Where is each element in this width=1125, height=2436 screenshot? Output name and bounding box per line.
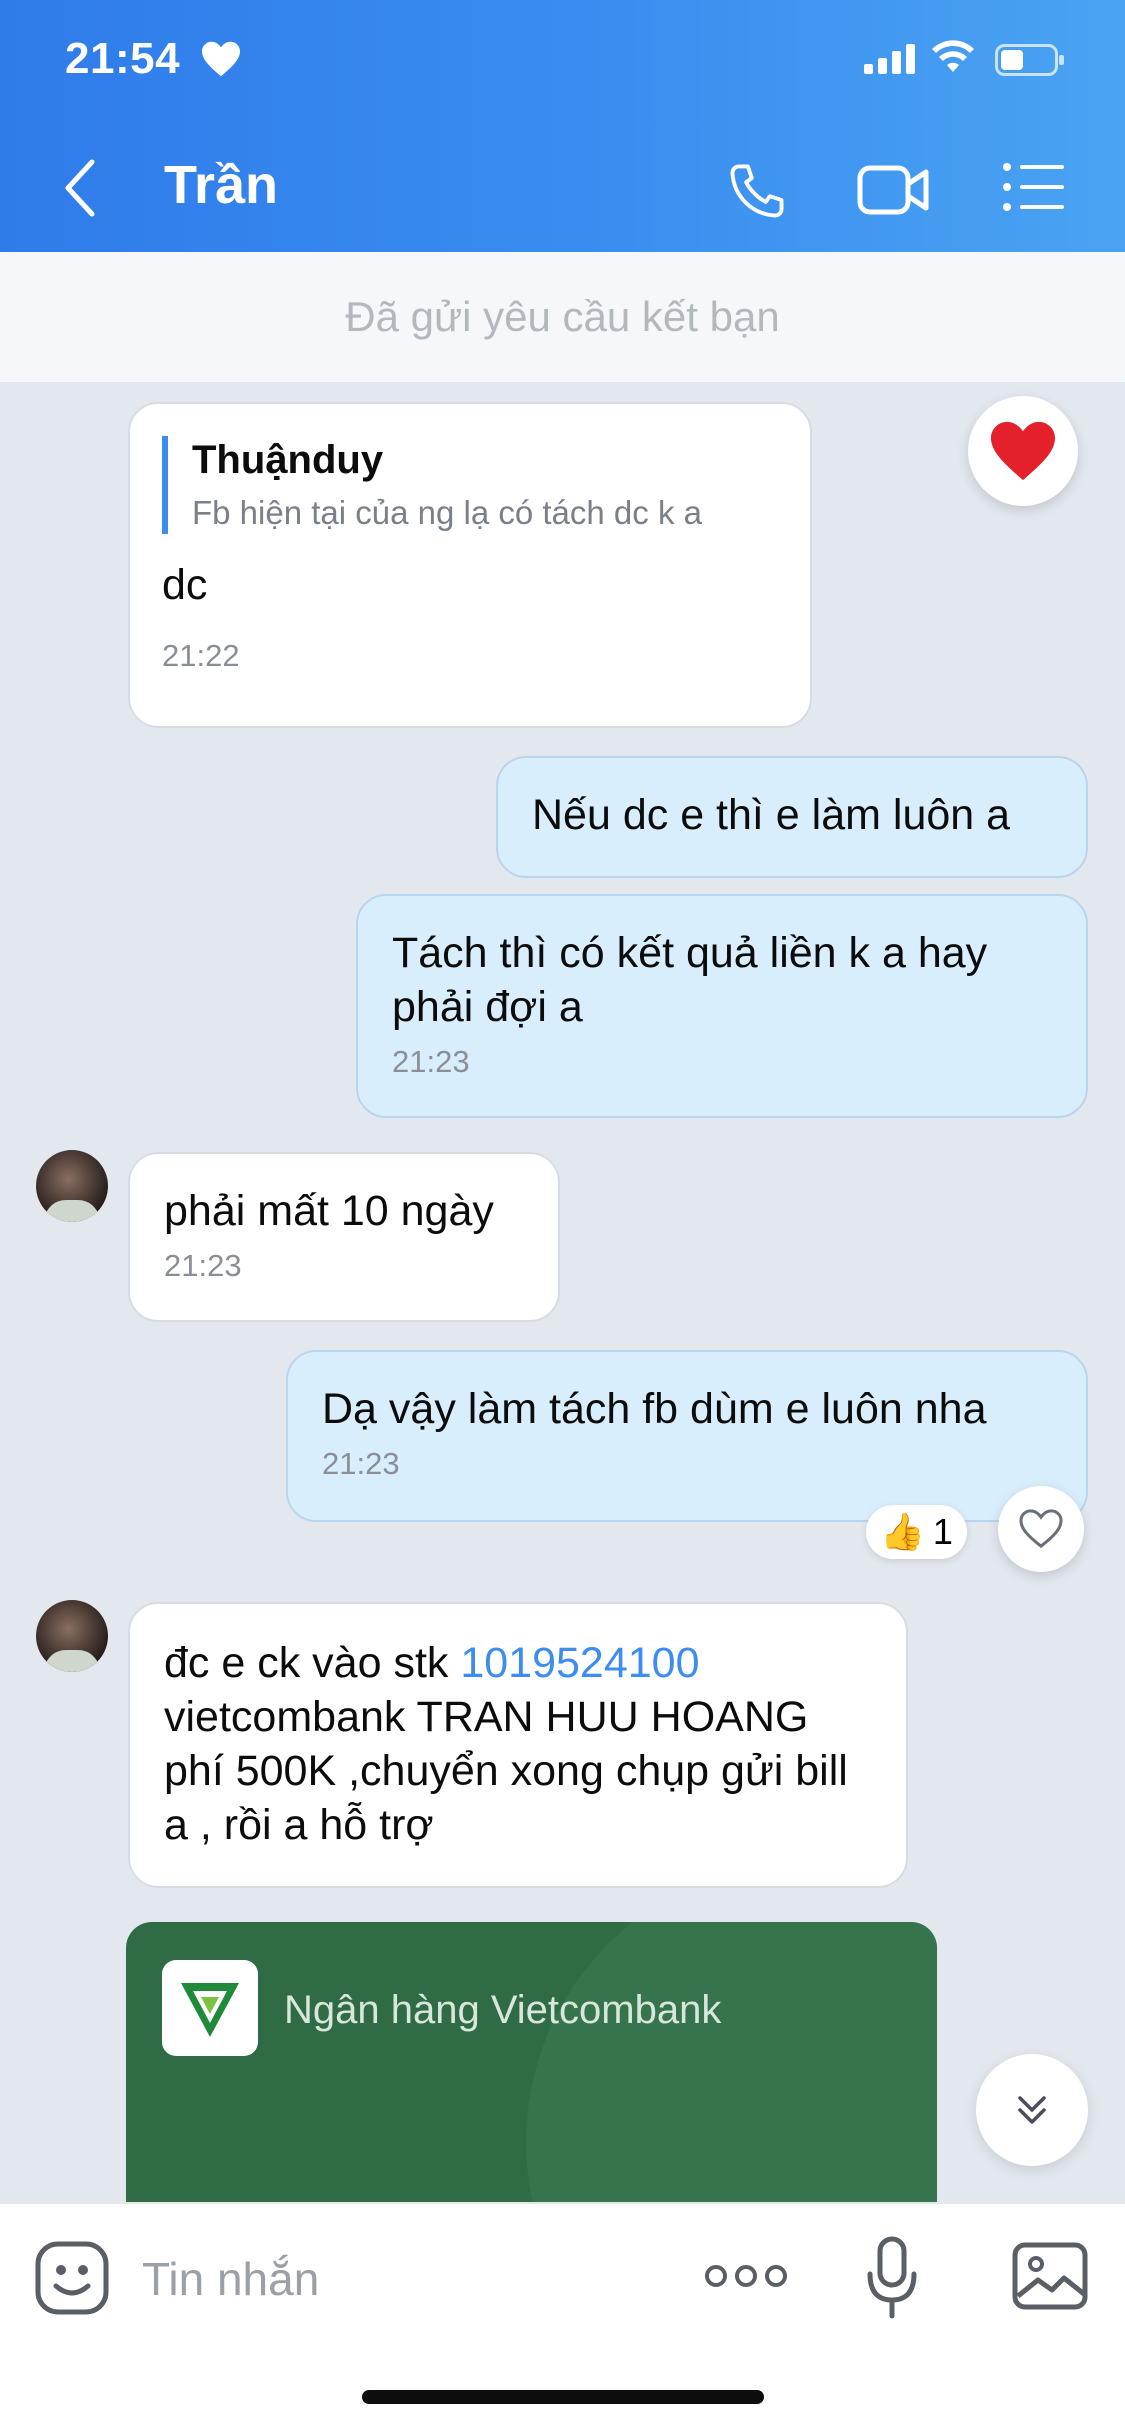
image-icon[interactable] [1012, 2242, 1088, 2310]
bank-name: Ngân hàng Vietcombank [284, 1988, 722, 2032]
double-chevron-down-icon [1018, 2096, 1046, 2124]
message-bubble-outgoing[interactable]: Nếu dc e thì e làm luôn a [496, 756, 1088, 878]
avatar[interactable] [36, 1150, 108, 1222]
message-bubble-incoming[interactable]: Thuậnduy Fb hiện tại của ng lạ có tách d… [128, 402, 812, 728]
account-number-link[interactable]: 1019524100 [460, 1639, 699, 1687]
message-input[interactable]: Tin nhắn [142, 2252, 319, 2306]
message-text: Nếu dc e thì e làm luôn a [532, 791, 1011, 839]
message-text: vietcombank TRAN HUU HOANG phí 500K ,chu… [164, 1693, 848, 1849]
home-indicator [362, 2390, 764, 2404]
status-time: 21:54 [65, 34, 181, 83]
wifi-icon [932, 40, 974, 72]
contact-name[interactable]: Trần [164, 154, 278, 216]
chat-header: 21:54 Trần [0, 0, 1125, 252]
message-text: Dạ vậy làm tách fb dùm e luôn nha [322, 1385, 987, 1433]
heart-reaction-icon [991, 421, 1055, 481]
message-time: 21:22 [162, 638, 240, 673]
message-bubble-incoming[interactable]: đc e ck vào stk 1019524100 vietcombank T… [128, 1602, 908, 1888]
more-icon[interactable] [704, 2262, 788, 2290]
back-icon[interactable] [62, 158, 98, 218]
message-text: đc e ck vào stk [164, 1639, 461, 1687]
menu-icon[interactable] [1002, 162, 1066, 212]
message-time: 21:23 [164, 1248, 242, 1283]
microphone-icon[interactable] [866, 2236, 918, 2320]
reaction-count: 1 [932, 1511, 953, 1552]
thumbs-up-icon: 👍 [880, 1511, 925, 1552]
bank-card[interactable]: Ngân hàng Vietcombank [126, 1922, 937, 2222]
heart-status-icon [202, 41, 240, 77]
sticker-icon[interactable] [34, 2240, 110, 2316]
reaction-badge[interactable]: 👍 1 [866, 1505, 967, 1559]
video-call-icon[interactable] [856, 162, 932, 218]
friend-request-banner: Đã gửi yêu cầu kết bạn [0, 252, 1125, 382]
message-text: dc [162, 561, 208, 609]
message-bubble-incoming[interactable]: phải mất 10 ngày 21:23 [128, 1152, 560, 1322]
message-time: 21:23 [392, 1044, 470, 1079]
message-time: 21:23 [322, 1446, 400, 1481]
message-bubble-outgoing[interactable]: Tách thì có kết quả liền k a hay phải đợ… [356, 894, 1088, 1118]
signal-icon [864, 44, 915, 74]
vietcombank-logo-icon [162, 1960, 258, 2056]
message-text: phải mất 10 ngày [164, 1187, 494, 1235]
quoted-message[interactable]: Thuậnduy Fb hiện tại của ng lạ có tách d… [162, 436, 778, 534]
heart-outline-icon [1019, 1509, 1063, 1549]
message-bubble-outgoing[interactable]: Dạ vậy làm tách fb dùm e luôn nha 21:23 [286, 1350, 1088, 1522]
avatar[interactable] [36, 1600, 108, 1672]
battery-icon [995, 44, 1064, 76]
phone-call-icon[interactable] [726, 160, 788, 222]
quoted-text: Fb hiện tại của ng lạ có tách dc k a [192, 494, 702, 531]
message-text: Tách thì có kết quả liền k a hay phải đợ… [392, 929, 988, 1031]
quoted-sender: Thuậnduy [192, 438, 384, 482]
reaction-button[interactable] [968, 396, 1078, 506]
scroll-down-button[interactable] [976, 2054, 1088, 2166]
reaction-button[interactable] [998, 1486, 1084, 1572]
